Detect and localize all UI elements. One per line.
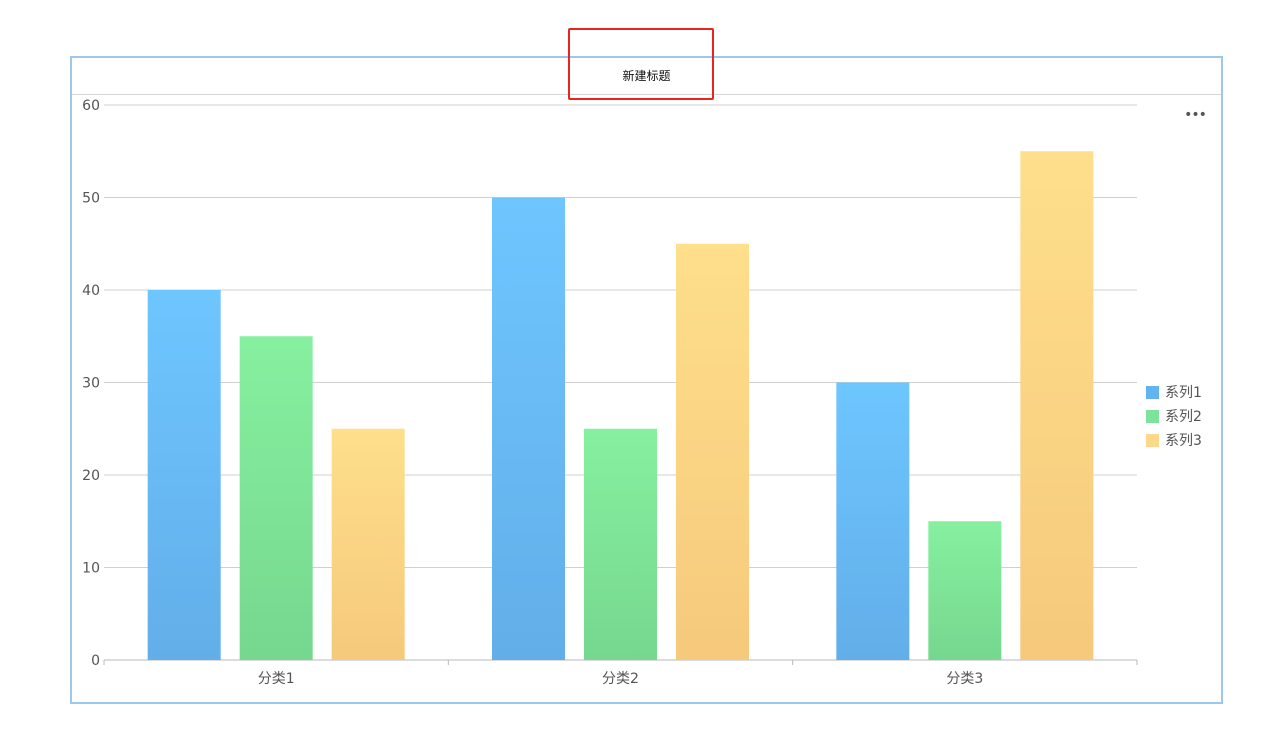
bar[interactable]	[1020, 151, 1094, 660]
legend-label: 系列3	[1165, 433, 1202, 449]
bar[interactable]	[331, 428, 405, 660]
x-tick-label: 分类3	[946, 671, 983, 687]
bar[interactable]	[492, 197, 565, 661]
bar[interactable]	[239, 336, 313, 660]
bar[interactable]	[836, 382, 910, 661]
legend-label: 系列1	[1165, 385, 1202, 401]
y-tick-label: 0	[91, 653, 100, 669]
legend-swatch	[1146, 409, 1159, 423]
y-tick-label: 60	[82, 98, 100, 114]
legend-item[interactable]: 系列1	[1146, 380, 1202, 404]
legend-label: 系列2	[1165, 409, 1202, 425]
y-tick-label: 30	[82, 376, 100, 392]
x-tick-label: 分类2	[602, 671, 639, 687]
y-tick-label: 10	[82, 561, 100, 577]
more-icon[interactable]: •••	[1184, 104, 1207, 126]
legend-item[interactable]: 系列2	[1146, 404, 1202, 428]
bar-chart: 0 10 20 30 40 50 60 分类1 分类2 分类3	[82, 98, 1138, 687]
chart-legend: 系列1 系列2 系列3	[1146, 380, 1202, 452]
y-tick-label: 20	[82, 468, 100, 484]
legend-item[interactable]: 系列3	[1146, 428, 1202, 452]
y-tick-label: 40	[82, 283, 100, 299]
bar[interactable]	[584, 428, 657, 660]
legend-swatch	[1146, 385, 1159, 399]
bar[interactable]	[147, 290, 221, 660]
bar[interactable]	[928, 521, 1002, 660]
y-tick-label: 50	[82, 191, 100, 207]
bar[interactable]	[676, 243, 749, 660]
legend-swatch	[1146, 433, 1159, 447]
x-tick-label: 分类1	[258, 671, 295, 687]
